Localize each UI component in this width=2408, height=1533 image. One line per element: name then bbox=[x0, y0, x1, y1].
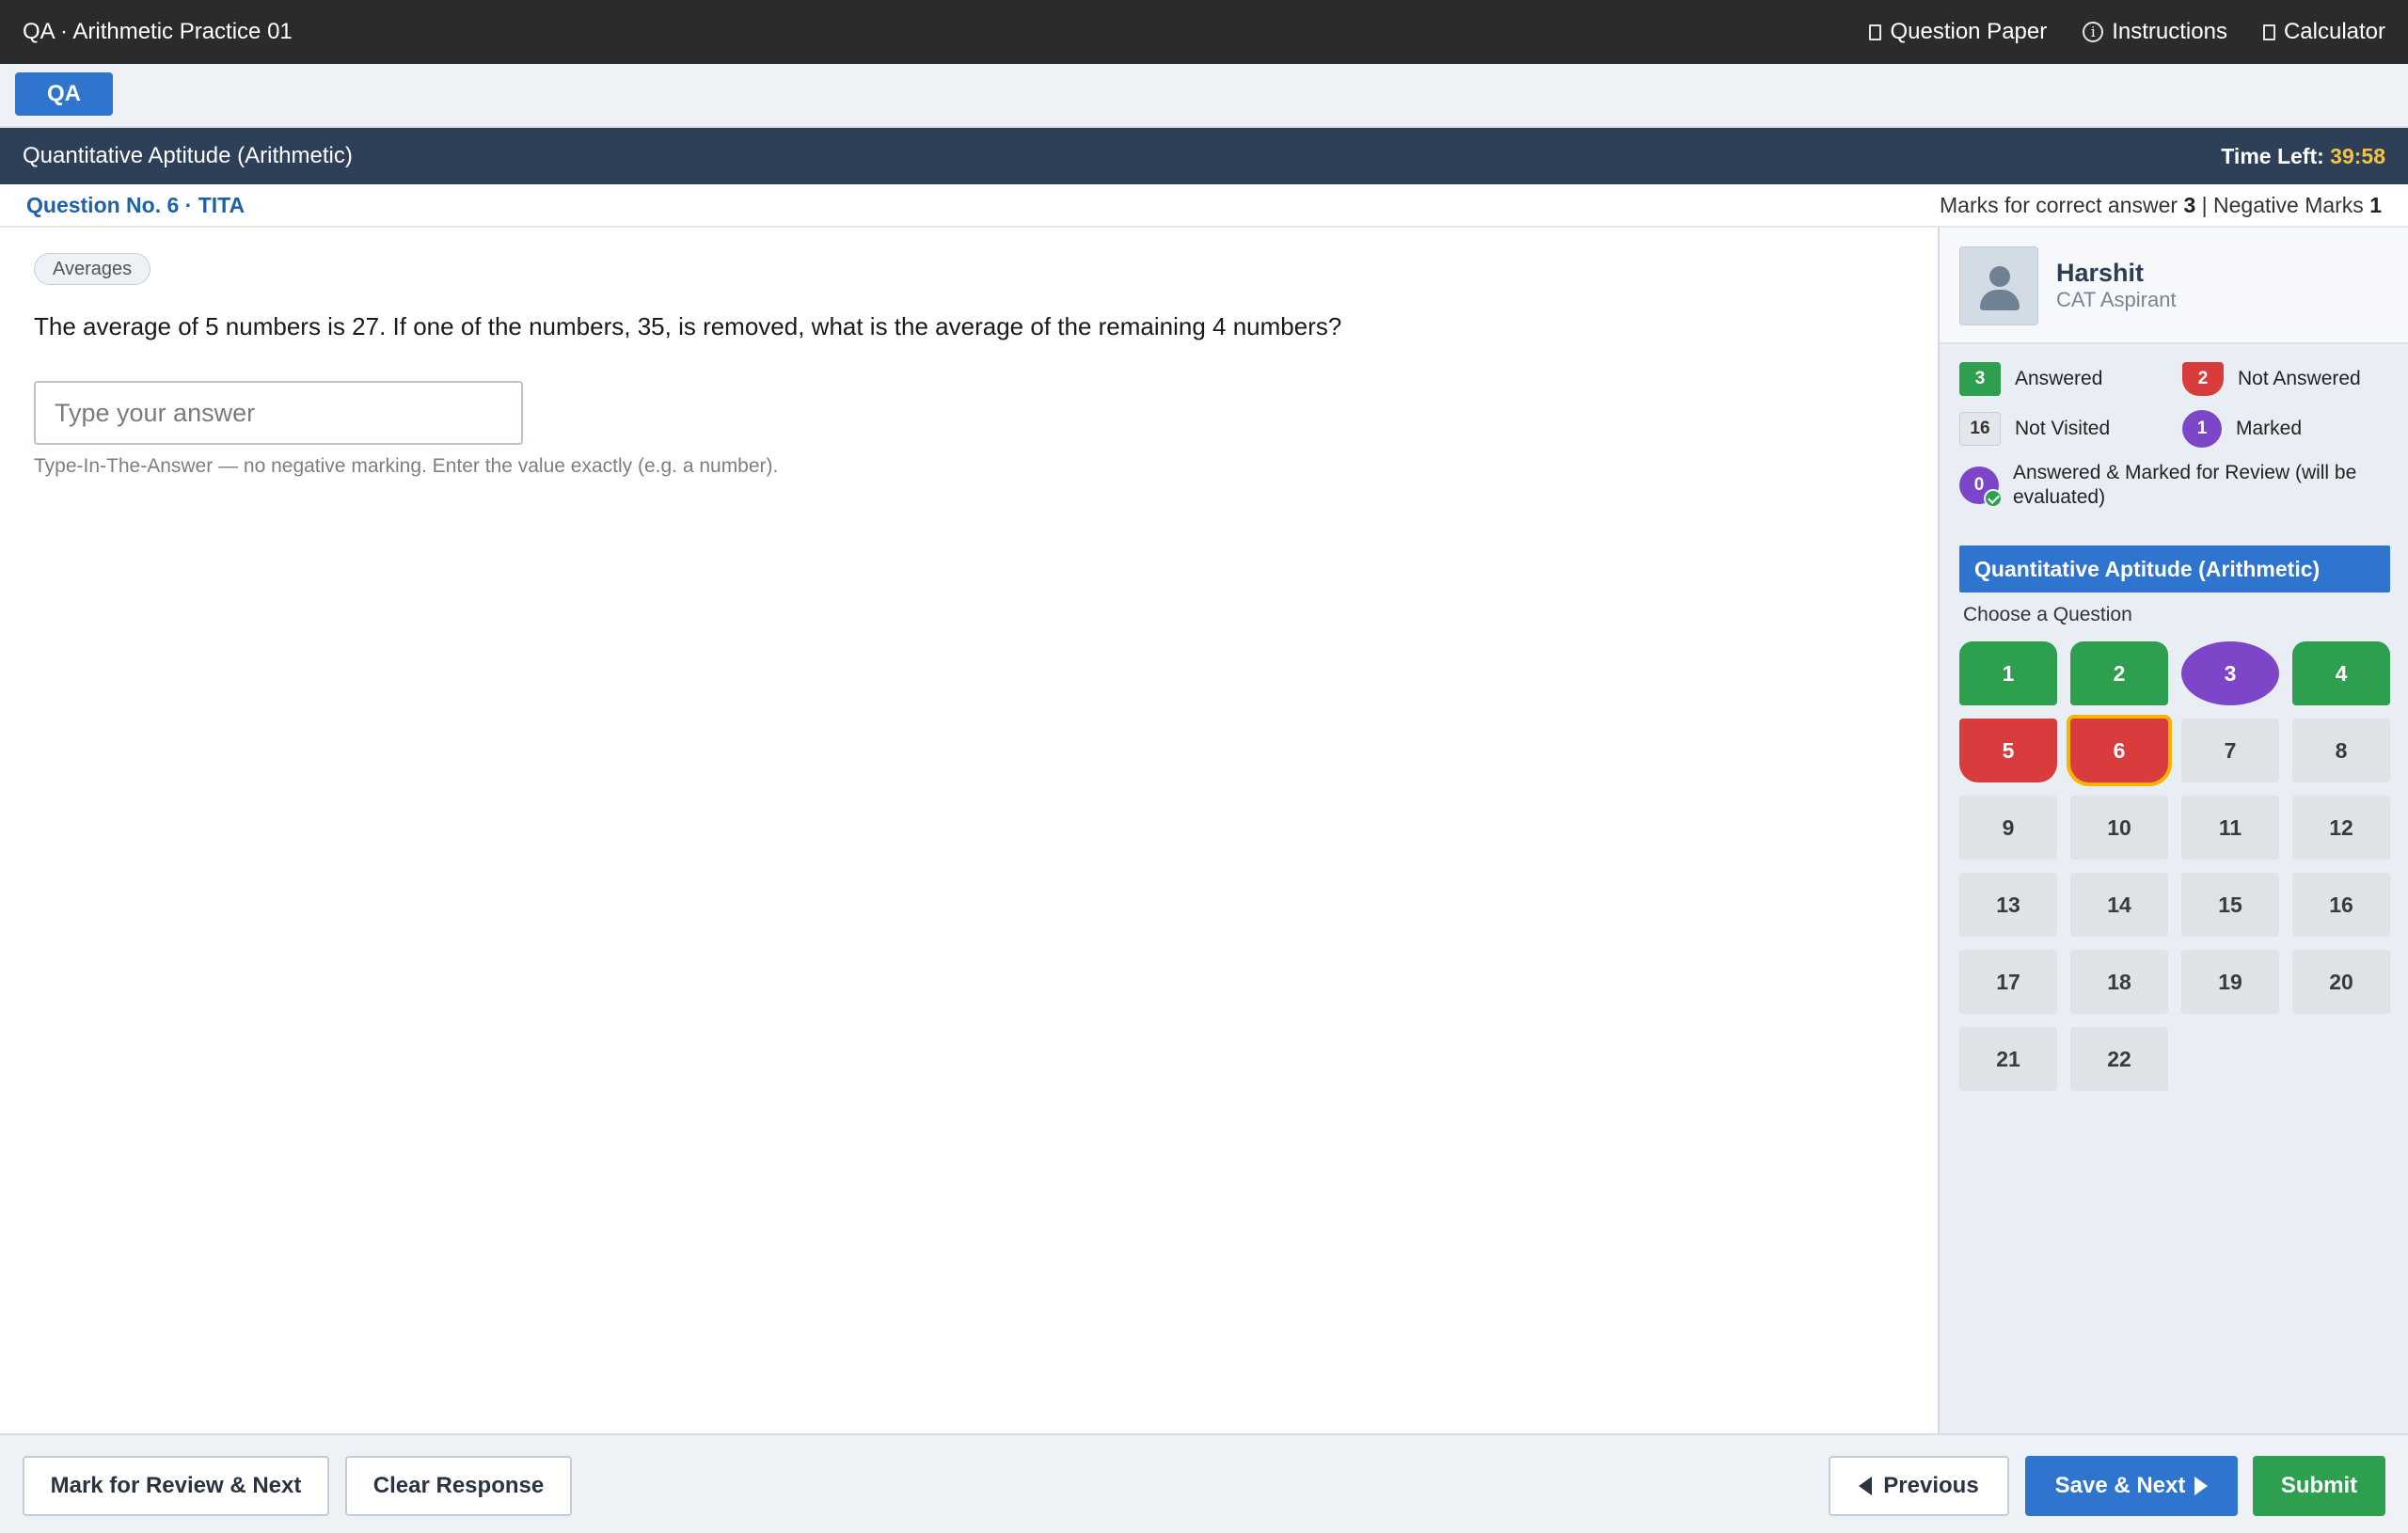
marks-separator: | bbox=[2201, 192, 2208, 217]
palette-question-4[interactable]: 4 bbox=[2292, 641, 2390, 705]
palette-question-13[interactable]: 13 bbox=[1959, 873, 2057, 937]
instructions-label: Instructions bbox=[2112, 19, 2227, 44]
palette-section-header: Quantitative Aptitude (Arithmetic) bbox=[1959, 545, 2390, 593]
timer: Time Left: 39:58 bbox=[2221, 144, 2385, 169]
save-next-label: Save & Next bbox=[2054, 1473, 2186, 1498]
palette-question-12[interactable]: 12 bbox=[2292, 796, 2390, 860]
caret-right-icon bbox=[2194, 1477, 2209, 1495]
palette-question-15[interactable]: 15 bbox=[2181, 873, 2279, 937]
answered-label: Answered bbox=[2015, 368, 2103, 389]
calculator-link[interactable]: Calculator bbox=[2262, 19, 2385, 45]
palette-question-16[interactable]: 16 bbox=[2292, 873, 2390, 937]
answer-input[interactable] bbox=[34, 381, 523, 445]
palette-question-5[interactable]: 5 bbox=[1959, 719, 2057, 782]
palette-question-10[interactable]: 10 bbox=[2070, 796, 2168, 860]
question-palette: 1 2 3 4 5 6 7 8 9 10 11 12 13 14 15 16 17 18 19 20 21 22 bbox=[1959, 641, 2392, 1091]
candidate-profile: Harshit CAT Aspirant bbox=[1940, 228, 2408, 344]
not-visited-count-badge: 16 bbox=[1959, 412, 2001, 446]
legend-marked: 1 Marked bbox=[2182, 410, 2302, 448]
marks-correct-label: Marks for correct answer bbox=[1940, 192, 2178, 217]
negative-marks-value: 1 bbox=[2369, 192, 2382, 217]
candidate-role: CAT Aspirant bbox=[2056, 288, 2177, 311]
previous-label: Previous bbox=[1883, 1473, 1979, 1498]
palette-question-18[interactable]: 18 bbox=[2070, 950, 2168, 1014]
marks-correct-value: 3 bbox=[2183, 192, 2196, 217]
question-text: The average of 5 numbers is 27. If one o… bbox=[34, 312, 1342, 340]
footer-bar: Mark for Review & Next Clear Response Pr… bbox=[0, 1433, 2408, 1533]
app-title: QA · Arithmetic Practice 01 bbox=[23, 19, 293, 44]
question-number: Question No. 6 · TITA bbox=[26, 192, 246, 217]
subject-title: Quantitative Aptitude (Arithmetic) bbox=[23, 143, 353, 168]
palette-question-3[interactable]: 3 bbox=[2181, 641, 2279, 705]
legend-not-answered: 2 Not Answered bbox=[2182, 362, 2361, 396]
document-icon bbox=[1869, 24, 1882, 40]
palette-question-1[interactable]: 1 bbox=[1959, 641, 2057, 705]
not-visited-label: Not Visited bbox=[2015, 418, 2111, 439]
palette-question-7[interactable]: 7 bbox=[2181, 719, 2279, 782]
choose-question-label: Choose a Question bbox=[1963, 604, 2132, 625]
answer-hint: Type-In-The-Answer — no negative marking… bbox=[34, 455, 779, 477]
mark-review-next-button[interactable]: Mark for Review & Next bbox=[23, 1456, 329, 1516]
legend-not-visited: 16 Not Visited bbox=[1959, 412, 2110, 446]
clear-response-button[interactable]: Clear Response bbox=[345, 1456, 572, 1516]
marks-info: Marks for correct answer 3 | Negative Ma… bbox=[1940, 193, 2382, 218]
palette-question-17[interactable]: 17 bbox=[1959, 950, 2057, 1014]
palette-question-2[interactable]: 2 bbox=[2070, 641, 2168, 705]
palette-question-22[interactable]: 22 bbox=[2070, 1027, 2168, 1091]
question-header: Question No. 6 · TITA Marks for correct … bbox=[0, 184, 2408, 228]
topic-tag: Averages bbox=[34, 253, 151, 285]
section-bar: QA bbox=[0, 64, 2408, 128]
palette-question-21[interactable]: 21 bbox=[1959, 1027, 2057, 1091]
timer-label: Time Left: bbox=[2221, 143, 2324, 168]
answered-marked-count: 0 bbox=[1973, 475, 1985, 495]
question-paper-label: Question Paper bbox=[1890, 19, 2048, 44]
marked-label: Marked bbox=[2236, 418, 2303, 439]
candidate-name: Harshit bbox=[2056, 259, 2145, 287]
question-paper-link[interactable]: Question Paper bbox=[1869, 19, 2047, 45]
check-icon bbox=[1984, 489, 2003, 508]
section-tab-qa[interactable]: QA bbox=[15, 72, 113, 116]
instructions-link[interactable]: i Instructions bbox=[2083, 19, 2227, 45]
calculator-label: Calculator bbox=[2283, 19, 2385, 44]
caret-left-icon bbox=[1859, 1477, 1873, 1495]
timer-value: 39:58 bbox=[2330, 143, 2385, 168]
save-next-button[interactable]: Save & Next bbox=[2025, 1456, 2238, 1516]
not-answered-count-badge: 2 bbox=[2182, 362, 2224, 396]
subject-bar: Quantitative Aptitude (Arithmetic) Time … bbox=[0, 128, 2408, 184]
question-panel: Averages The average of 5 numbers is 27.… bbox=[0, 228, 1938, 1433]
answered-count-badge: 3 bbox=[1959, 362, 2001, 396]
info-icon: i bbox=[2083, 22, 2104, 42]
top-links: Question Paper i Instructions Calculator bbox=[1869, 19, 2385, 45]
palette-question-19[interactable]: 19 bbox=[2181, 950, 2279, 1014]
marked-count-badge: 1 bbox=[2182, 410, 2222, 448]
side-panel: Harshit CAT Aspirant 3 Answered 2 Not An… bbox=[1938, 228, 2408, 1433]
user-avatar-icon bbox=[1959, 246, 2038, 325]
submit-button[interactable]: Submit bbox=[2253, 1456, 2385, 1516]
legend-answered: 3 Answered bbox=[1959, 362, 2102, 396]
not-answered-label: Not Answered bbox=[2238, 368, 2361, 389]
top-bar: QA · Arithmetic Practice 01 Question Pap… bbox=[0, 0, 2408, 64]
palette-question-8[interactable]: 8 bbox=[2292, 719, 2390, 782]
answered-marked-count-badge: 0 bbox=[1959, 466, 2003, 508]
previous-button[interactable]: Previous bbox=[1829, 1456, 2009, 1516]
palette-question-20[interactable]: 20 bbox=[2292, 950, 2390, 1014]
negative-marks-label: Negative Marks bbox=[2213, 192, 2364, 217]
legend-answered-marked: 0 Answered & Marked for Review (will be … bbox=[1959, 461, 2389, 510]
calculator-icon bbox=[2262, 24, 2275, 40]
avatar-head bbox=[1989, 266, 2010, 287]
palette-question-11[interactable]: 11 bbox=[2181, 796, 2279, 860]
avatar-body bbox=[1980, 290, 2020, 310]
palette-question-6[interactable]: 6 bbox=[2070, 719, 2168, 782]
answered-marked-label: Answered & Marked for Review (will be ev… bbox=[2013, 462, 2357, 508]
palette-question-9[interactable]: 9 bbox=[1959, 796, 2057, 860]
palette-question-14[interactable]: 14 bbox=[2070, 873, 2168, 937]
